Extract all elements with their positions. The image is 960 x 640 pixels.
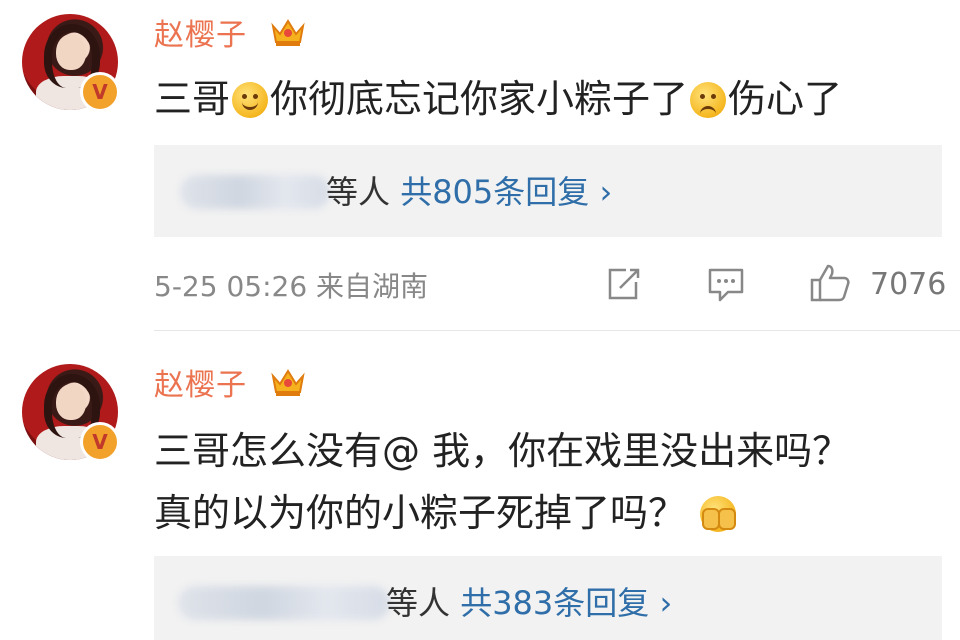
comment-text: 三哥 你彻底忘记你家小粽子了 伤心了	[154, 77, 843, 121]
reply-summary-text[interactable]: 等人 共383条回复 ›	[386, 583, 672, 623]
chevron-right-icon: ›	[659, 584, 673, 622]
sad-emoji-icon	[690, 82, 727, 118]
comment-icon[interactable]	[706, 266, 746, 304]
crown-icon	[271, 369, 305, 396]
divider	[154, 330, 960, 331]
verified-v-badge-icon: V	[80, 72, 120, 112]
reply-summary-text[interactable]: 等人 共805条回复 ›	[326, 172, 612, 212]
crown-icon	[271, 19, 305, 46]
blurred-usernames	[178, 586, 390, 620]
share-icon[interactable]	[604, 266, 642, 304]
username[interactable]: 赵樱子	[154, 368, 247, 404]
blurred-usernames	[180, 175, 330, 209]
avatar[interactable]: V	[22, 14, 120, 112]
reply-count-link[interactable]: 共805条回复	[400, 173, 589, 211]
comment-text-line1: 三哥怎么没有@ 我，你在戏里没出来吗？	[154, 429, 851, 473]
username[interactable]: 赵樱子	[154, 18, 247, 54]
timestamp-location: 5-25 05:26 来自湖南	[154, 270, 429, 303]
chevron-right-icon: ›	[599, 173, 613, 211]
reply-count-link[interactable]: 共383条回复	[460, 584, 649, 622]
comment-text-line2: 真的以为你的小粽子死掉了吗？	[154, 490, 738, 536]
covered-face-emoji-icon	[700, 496, 737, 532]
avatar[interactable]: V	[22, 364, 120, 462]
like-icon[interactable]	[808, 262, 852, 304]
like-count: 7076	[870, 267, 947, 302]
smile-emoji-icon	[232, 82, 269, 118]
verified-v-badge-icon: V	[80, 422, 120, 462]
